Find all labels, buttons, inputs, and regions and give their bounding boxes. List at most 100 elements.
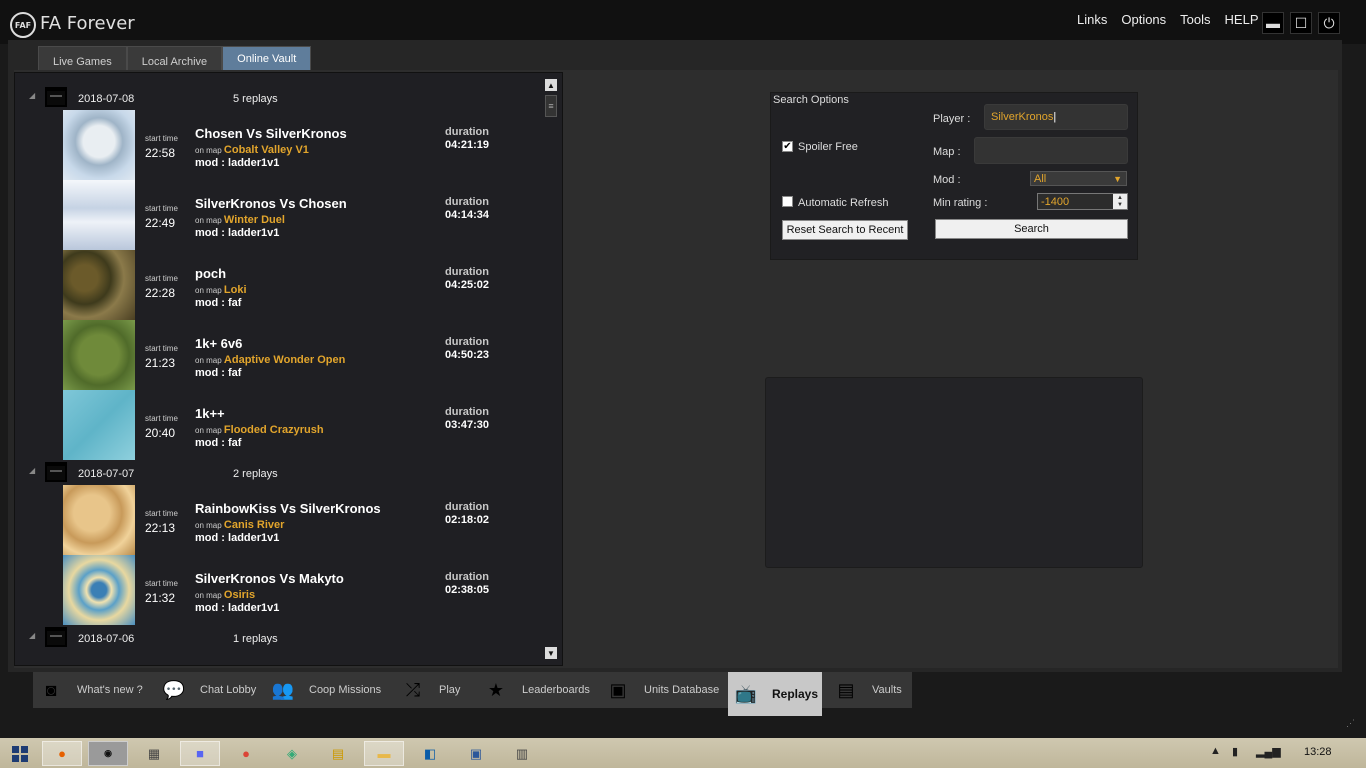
collapse-arrow-icon[interactable]: ◢ xyxy=(29,631,35,640)
player-input[interactable]: SilverKronos | xyxy=(984,104,1128,130)
battery-icon[interactable]: ▮ xyxy=(1232,745,1238,758)
replay-list[interactable]: ▲ ≡ ▼ ◢ 2018-07-08 5 replays start time 22:58 Ch… xyxy=(14,72,563,666)
taskbar-clock[interactable]: 13:28 xyxy=(1304,746,1332,758)
start-time-label: start time xyxy=(145,509,178,518)
scroll-thumb[interactable]: ≡ xyxy=(545,95,557,117)
faf-taskbar-icon[interactable]: ◉ xyxy=(88,741,128,766)
bottom-nav: ◙ What's new ? 💬 Chat Lobby 👥 Coop Missions ⤮ P… xyxy=(33,672,912,716)
notes-taskbar-icon[interactable]: ▤ xyxy=(318,741,358,766)
min-rating-spinbox[interactable]: -1400 ▲ ▼ xyxy=(1037,193,1128,210)
duration-value: 02:38:05 xyxy=(445,584,490,596)
spin-arrows-icon[interactable]: ▲ ▼ xyxy=(1113,194,1127,209)
on-map-label: on map Adaptive Wonder Open xyxy=(195,354,346,366)
top-menu: Links Options Tools HELP xyxy=(1063,12,1259,27)
explorer-taskbar-icon[interactable]: ▬ xyxy=(364,741,404,766)
windows-start-icon[interactable] xyxy=(12,746,28,762)
nav-label: Chat Lobby xyxy=(200,684,257,696)
chrome-taskbar-icon[interactable]: ● xyxy=(226,741,266,766)
menu-help[interactable]: HELP xyxy=(1225,12,1259,27)
menu-links[interactable]: Links xyxy=(1077,12,1107,27)
mod-select[interactable]: All ▼ xyxy=(1030,171,1127,186)
replay-title: 1k++ xyxy=(195,406,225,421)
automatic-refresh-checkbox[interactable] xyxy=(782,196,793,207)
network-signal-icon[interactable]: ▂▄▆ xyxy=(1256,745,1281,758)
replay-title: RainbowKiss Vs SilverKronos xyxy=(195,501,381,516)
search-button[interactable]: Search xyxy=(935,219,1128,239)
archive-box-icon xyxy=(45,462,67,482)
on-map-label: on map Winter Duel xyxy=(195,214,285,226)
checkmark-icon: ✔ xyxy=(783,141,792,152)
tv-icon: 📺 xyxy=(734,683,758,704)
minimize-button[interactable]: ▬ xyxy=(1262,12,1284,34)
replay-item[interactable]: start time 21:23 1k+ 6v6 on map Adaptive Wo… xyxy=(63,320,533,390)
on-map-label: on map Cobalt Valley V1 xyxy=(195,144,309,156)
collapse-arrow-icon[interactable]: ◢ xyxy=(29,91,35,100)
duration-value: 03:47:30 xyxy=(445,419,490,431)
discord-taskbar-icon[interactable]: ■ xyxy=(180,741,220,766)
day-replay-count: 5 replays xyxy=(233,93,278,105)
maximize-button[interactable]: ☐ xyxy=(1290,12,1312,34)
map-thumbnail xyxy=(63,110,135,180)
scroll-up-icon[interactable]: ▲ xyxy=(545,79,557,91)
firefox-taskbar-icon[interactable]: ● xyxy=(42,741,82,766)
nav-units-database[interactable]: ▣ Units Database xyxy=(600,672,725,708)
scroll-down-icon[interactable]: ▼ xyxy=(545,647,557,659)
replay-item[interactable]: start time 20:40 1k++ on map Flooded Crazyr… xyxy=(63,390,533,460)
archive-box-icon xyxy=(45,87,67,107)
nav-coop-missions[interactable]: 👥 Coop Missions xyxy=(265,672,393,708)
replay-day-header[interactable]: ◢ 2018-07-08 5 replays xyxy=(15,85,545,111)
menu-options[interactable]: Options xyxy=(1121,12,1166,27)
replay-tabs: Live Games Local Archive Online Vault xyxy=(38,46,312,72)
nav-label: What's new ? xyxy=(77,684,143,696)
file-manager-taskbar-icon[interactable]: ▦ xyxy=(134,741,174,766)
start-time-value: 20:40 xyxy=(145,426,176,440)
tab-live-games[interactable]: Live Games xyxy=(38,46,127,72)
spoiler-free-label: Spoiler Free xyxy=(798,141,858,153)
replay-item[interactable]: start time 22:13 RainbowKiss Vs SilverKron… xyxy=(63,485,533,555)
replay-title: SilverKronos Vs Makyto xyxy=(195,571,344,586)
collapse-arrow-icon[interactable]: ◢ xyxy=(29,466,35,475)
chat-icon: 💬 xyxy=(162,679,186,700)
replay-item[interactable]: start time 22:58 Chosen Vs SilverKronos on … xyxy=(63,110,533,180)
replay-day-header[interactable]: ◢ 2018-07-07 2 replays xyxy=(15,460,545,486)
nav-play[interactable]: ⤮ Play xyxy=(395,672,475,708)
resize-grip-icon[interactable]: ⋰ xyxy=(1346,718,1355,729)
app-taskbar-icon[interactable]: ◈ xyxy=(272,741,312,766)
menu-tools[interactable]: Tools xyxy=(1180,12,1210,27)
on-map-label: on map Flooded Crazyrush xyxy=(195,424,324,436)
start-time-label: start time xyxy=(145,414,178,423)
mod-line: mod : ladder1v1 xyxy=(195,602,280,614)
start-time-label: start time xyxy=(145,344,178,353)
map-thumbnail xyxy=(63,250,135,320)
tab-online-vault[interactable]: Online Vault xyxy=(222,46,312,72)
nav-leaderboards[interactable]: ★ Leaderboards xyxy=(478,672,598,708)
nav-replays[interactable]: 📺 Replays xyxy=(728,672,822,716)
map-thumbnail xyxy=(63,555,135,625)
reset-search-button[interactable]: Reset Search to Recent xyxy=(782,220,908,240)
duration-value: 04:21:19 xyxy=(445,139,490,151)
replay-item[interactable]: start time 22:28 poch on map Loki mod : faf d… xyxy=(63,250,533,320)
nav-what-s-new[interactable]: ◙ What's new ? xyxy=(33,672,153,708)
replay-item[interactable]: start time 22:49 SilverKronos Vs Chosen on … xyxy=(63,180,533,250)
replay-list-scrollbar[interactable]: ▲ ≡ ▼ xyxy=(545,79,557,665)
medal-icon: ★ xyxy=(487,679,505,700)
nav-label: Replays xyxy=(772,687,819,701)
start-time-value: 21:23 xyxy=(145,356,176,370)
tray-expand-icon[interactable]: ▲ xyxy=(1210,745,1221,757)
nav-chat-lobby[interactable]: 💬 Chat Lobby xyxy=(156,672,262,708)
min-rating-value: -1400 xyxy=(1041,196,1070,208)
map-input[interactable] xyxy=(974,137,1128,164)
duration-label: duration xyxy=(445,266,489,278)
replay-title: 1k+ 6v6 xyxy=(195,336,243,351)
day-date: 2018-07-08 xyxy=(78,93,135,105)
tab-local-archive[interactable]: Local Archive xyxy=(126,46,223,72)
editor-taskbar-icon[interactable]: ◧ xyxy=(410,741,450,766)
calculator-taskbar-icon[interactable]: ▥ xyxy=(502,741,542,766)
nav-vaults[interactable]: ▤ Vaults xyxy=(828,672,912,708)
duration-value: 04:25:02 xyxy=(445,279,490,291)
replay-item[interactable]: start time 21:32 SilverKronos Vs Makyto on … xyxy=(63,555,533,625)
word-taskbar-icon[interactable]: ▣ xyxy=(456,741,496,766)
spoiler-free-checkbox[interactable]: ✔ xyxy=(782,141,793,152)
replay-day-header[interactable]: ◢ 2018-07-06 1 replays xyxy=(15,625,545,651)
power-button[interactable]: ⏻ xyxy=(1318,12,1340,34)
